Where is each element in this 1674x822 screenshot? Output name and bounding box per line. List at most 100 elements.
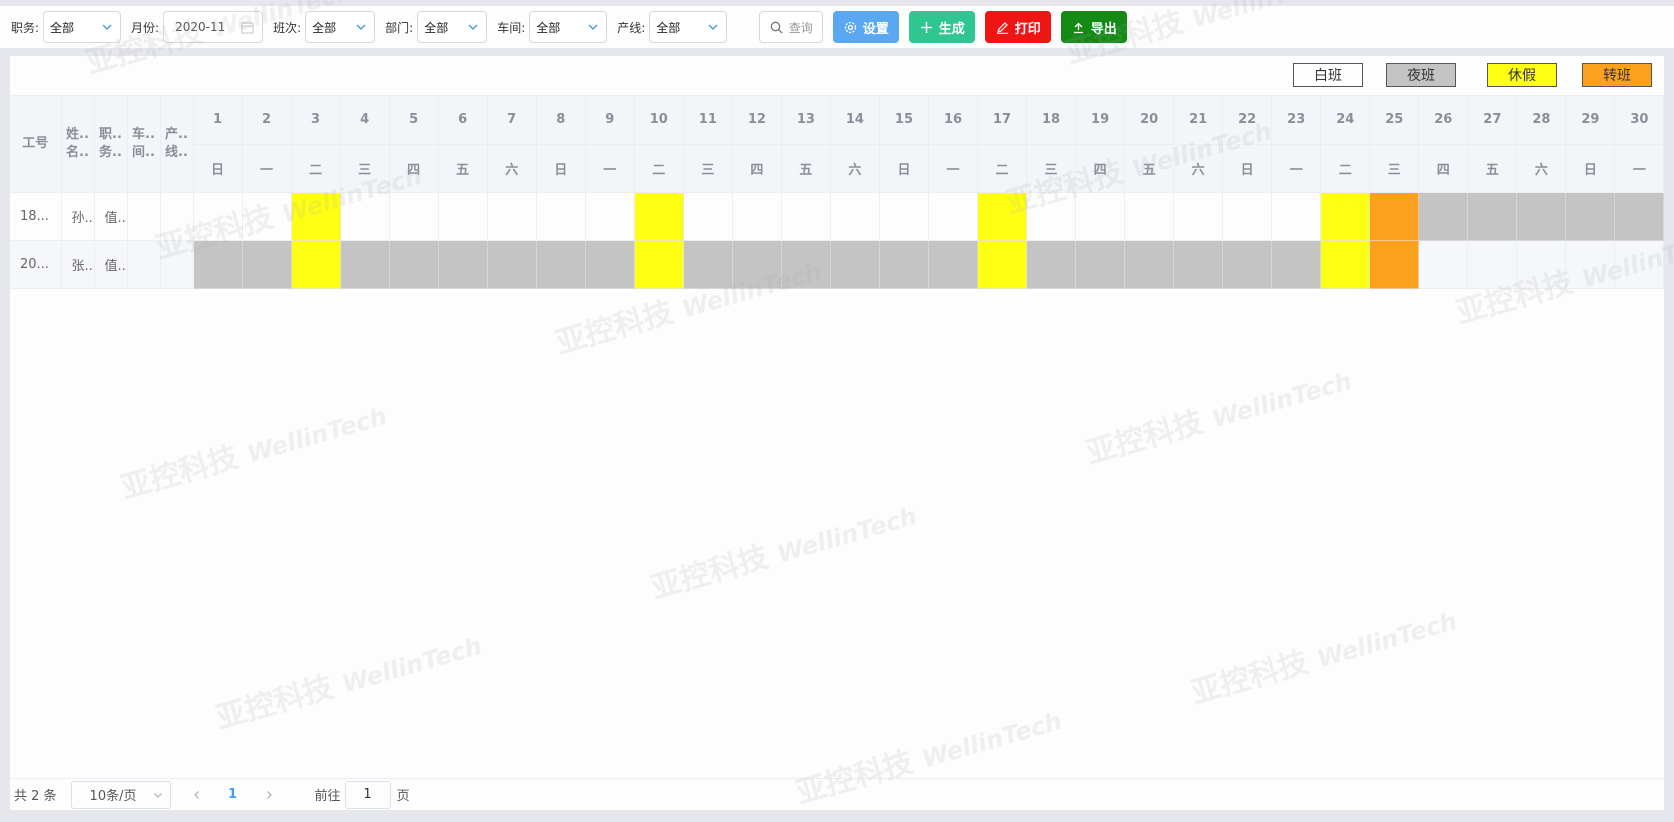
export-button[interactable]: 导出: [1061, 11, 1128, 43]
shift-cell[interactable]: [1418, 192, 1469, 241]
legend-transfer-shift: 转班: [1582, 63, 1652, 87]
shift-cell[interactable]: [1516, 240, 1567, 289]
upload-icon: [1073, 22, 1083, 33]
page-size-select[interactable]: 10条/页: [70, 780, 171, 809]
shift-cell[interactable]: [1124, 192, 1175, 241]
shift-cell[interactable]: [1467, 192, 1518, 241]
shift-cell[interactable]: [1320, 192, 1371, 241]
print-button[interactable]: 打印: [985, 11, 1052, 43]
shift-cell[interactable]: [732, 192, 782, 241]
shift-cell[interactable]: [928, 240, 979, 289]
shift-cell[interactable]: [585, 192, 635, 241]
table-row: 18...孙..值...: [10, 192, 1665, 241]
shift-cell[interactable]: [879, 192, 929, 241]
line-select[interactable]: 全部: [649, 11, 728, 43]
goto-page-input[interactable]: 1: [344, 780, 391, 809]
generate-button[interactable]: 生成: [909, 11, 976, 43]
shift-cell[interactable]: [1614, 240, 1665, 289]
shift-cell[interactable]: [389, 240, 439, 289]
shift-cell[interactable]: [977, 240, 1028, 289]
department-select[interactable]: 全部: [417, 11, 488, 43]
shift-cell[interactable]: [1124, 240, 1175, 289]
shift-cell[interactable]: [1320, 240, 1371, 289]
shift-cell[interactable]: [1565, 192, 1616, 241]
shift-cell[interactable]: [634, 240, 684, 289]
shift-cell[interactable]: [1173, 240, 1224, 289]
header-day: 19: [1075, 96, 1126, 145]
shift-cell[interactable]: [781, 192, 831, 241]
header-fixed-line1: 姓..: [66, 126, 89, 142]
header-day: 3: [291, 96, 341, 145]
settings-button-label: 设置: [862, 21, 889, 37]
shift-select[interactable]: 全部: [305, 11, 376, 43]
shift-cell[interactable]: [1614, 192, 1665, 241]
shift-cell[interactable]: [487, 240, 537, 289]
shift-cell[interactable]: [438, 240, 488, 289]
header-weekday: 四: [1418, 144, 1469, 193]
shift-cell[interactable]: [1467, 240, 1518, 289]
header-day: 28: [1516, 96, 1567, 145]
page-number-current[interactable]: 1: [205, 787, 261, 802]
month-date-picker[interactable]: 2020-11: [163, 11, 264, 43]
shift-cell[interactable]: [830, 240, 880, 289]
shift-cell[interactable]: [634, 192, 684, 241]
shift-cell[interactable]: [879, 240, 929, 289]
shift-cell[interactable]: [1075, 240, 1126, 289]
shift-cell[interactable]: [1565, 240, 1616, 289]
prev-page-button[interactable]: [189, 790, 205, 800]
search-icon: [770, 21, 783, 33]
shift-cell[interactable]: [291, 240, 341, 289]
shift-cell[interactable]: [781, 240, 831, 289]
shift-cell[interactable]: [1516, 192, 1567, 241]
shift-cell[interactable]: [389, 192, 439, 241]
shift-cell[interactable]: [683, 240, 733, 289]
shift-cell[interactable]: [977, 192, 1028, 241]
shift-cell[interactable]: [585, 240, 635, 289]
shift-cell[interactable]: [1075, 192, 1126, 241]
shift-cell[interactable]: [242, 240, 292, 289]
shift-cell[interactable]: [438, 192, 488, 241]
shift-cell[interactable]: [291, 192, 341, 241]
duty-select[interactable]: 全部: [43, 11, 122, 43]
shift-cell[interactable]: [1418, 240, 1469, 289]
shift-cell[interactable]: [193, 240, 243, 289]
shift-cell[interactable]: [487, 192, 537, 241]
shift-cell[interactable]: [1271, 192, 1322, 241]
shift-cell[interactable]: [830, 192, 880, 241]
header-day: 10: [634, 96, 684, 145]
header-weekday: 二: [291, 144, 341, 193]
header-day: 8: [536, 96, 586, 145]
shift-cell[interactable]: [340, 240, 390, 289]
shift-cell[interactable]: [1222, 240, 1273, 289]
cell-id: 18...: [10, 192, 62, 241]
shift-cell[interactable]: [340, 192, 390, 241]
chevron-down-icon: [356, 24, 366, 31]
shift-cell[interactable]: [683, 192, 733, 241]
shift-cell[interactable]: [1222, 192, 1273, 241]
settings-button[interactable]: 设置: [833, 11, 900, 43]
shift-cell[interactable]: [536, 192, 586, 241]
chevron-left-icon: [193, 790, 199, 799]
shift-cell[interactable]: [1271, 240, 1322, 289]
query-button[interactable]: 查询: [759, 11, 824, 43]
header-fixed-line2: 名..: [66, 144, 89, 160]
shift-cell[interactable]: [928, 192, 979, 241]
shift-cell[interactable]: [1026, 192, 1077, 241]
shift-cell[interactable]: [193, 192, 243, 241]
shift-cell[interactable]: [1369, 240, 1420, 289]
header-day: 2: [242, 96, 292, 145]
shift-cell[interactable]: [732, 240, 782, 289]
header-day: 1: [193, 96, 243, 145]
shift-cell[interactable]: [1369, 192, 1420, 241]
header-weekday: 日: [879, 144, 929, 193]
department-filter-label: 部门:: [385, 20, 414, 35]
next-page-button[interactable]: [261, 790, 277, 800]
shift-cell[interactable]: [1026, 240, 1077, 289]
header-day: 24: [1320, 96, 1371, 145]
header-weekday: 四: [1075, 144, 1126, 193]
shift-cell[interactable]: [536, 240, 586, 289]
workshop-select[interactable]: 全部: [529, 11, 608, 43]
shift-cell[interactable]: [1173, 192, 1224, 241]
header-weekday: 一: [242, 144, 292, 193]
shift-cell[interactable]: [242, 192, 292, 241]
